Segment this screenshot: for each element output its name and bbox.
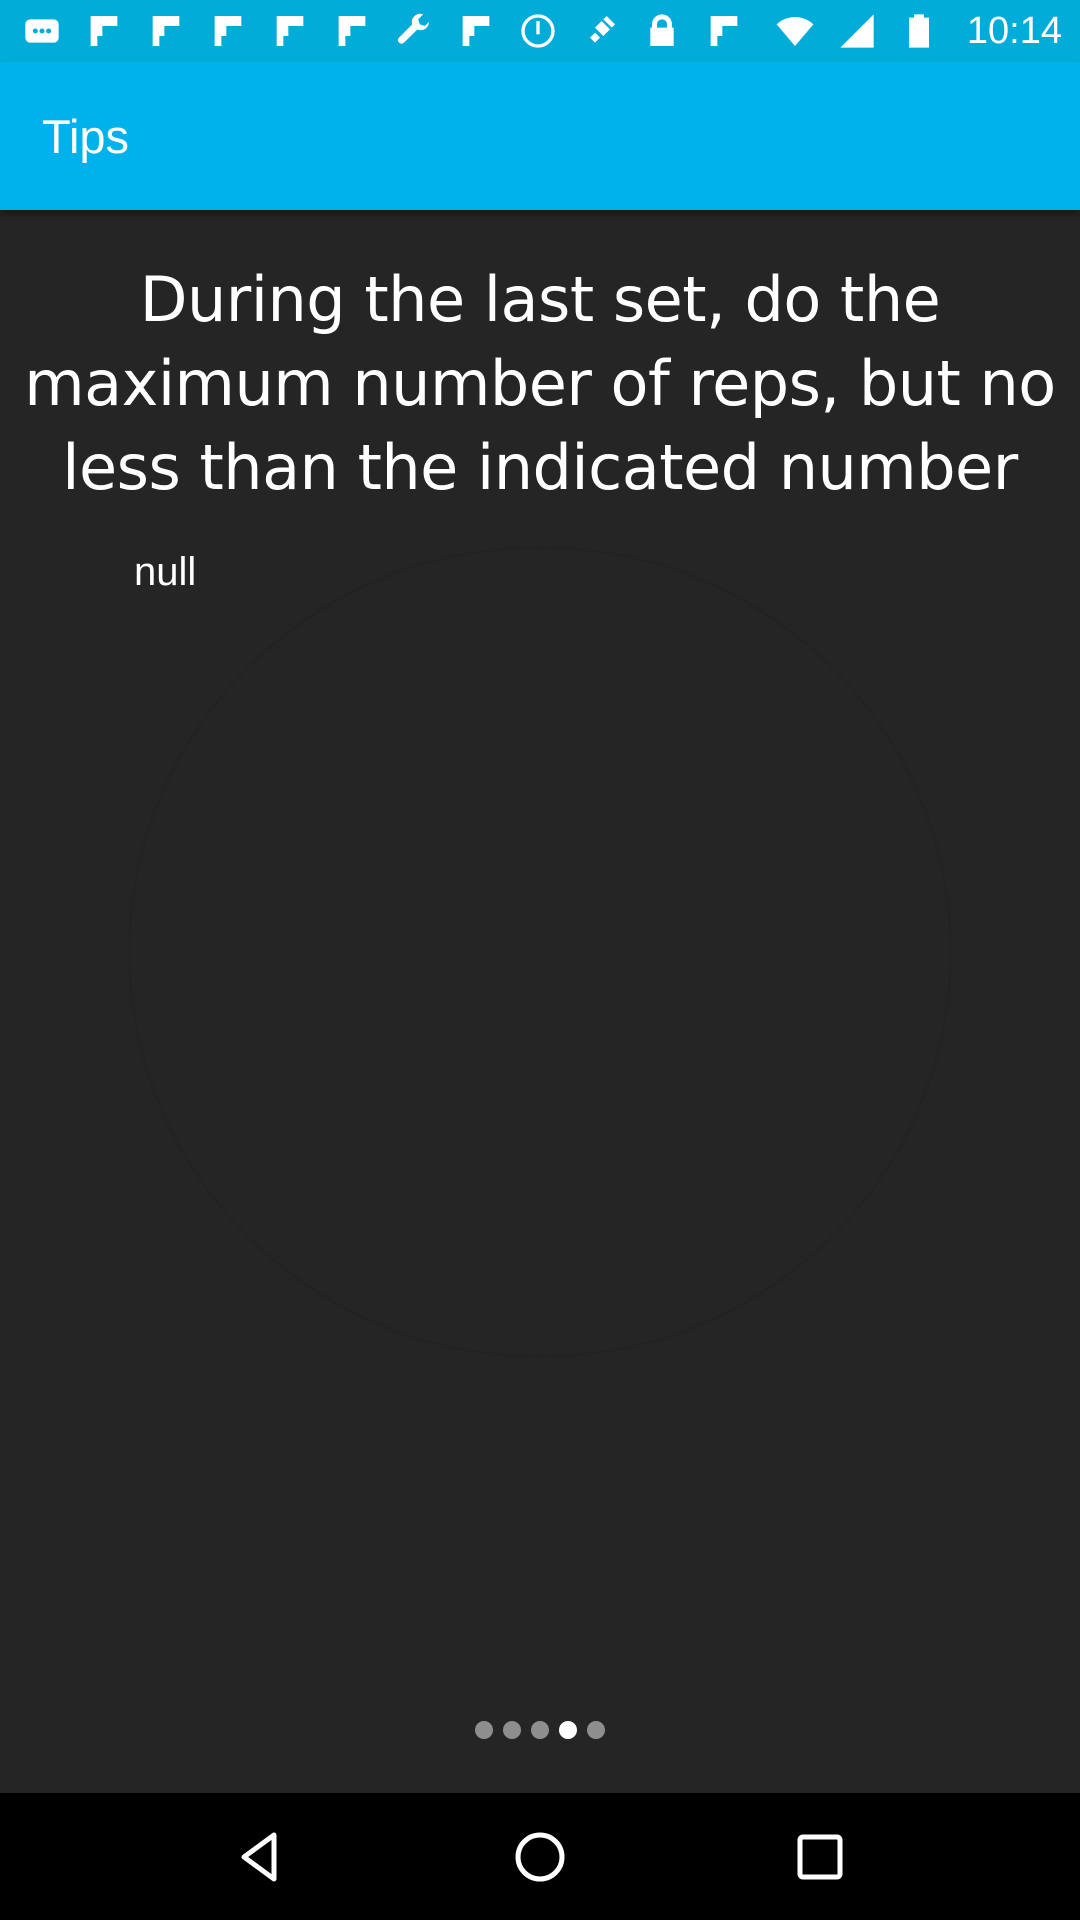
back-icon[interactable] — [220, 1817, 300, 1897]
system-icons: 10:14 — [775, 10, 1062, 53]
status-bar: 10:14 — [0, 0, 1080, 62]
tip-image — [130, 548, 950, 1356]
battery-icon — [899, 11, 939, 51]
page-dot[interactable] — [531, 1721, 549, 1739]
flipboard-icon — [84, 11, 124, 51]
flipboard-icon — [332, 11, 372, 51]
power-save-icon — [518, 11, 558, 51]
flipboard-icon — [456, 11, 496, 51]
page-dot-active[interactable] — [559, 1721, 577, 1739]
navigation-bar — [0, 1793, 1080, 1920]
recents-icon[interactable] — [780, 1817, 860, 1897]
flipboard-icon — [704, 11, 744, 51]
flipboard-icon — [146, 11, 186, 51]
page-dot[interactable] — [475, 1721, 493, 1739]
tip-page[interactable]: During the last set, do the maximum numb… — [0, 210, 1080, 1793]
status-time: 10:14 — [966, 9, 1062, 52]
fake-gps-icon — [580, 11, 620, 51]
app-bar: Tips — [0, 62, 1080, 210]
messages-icon — [22, 11, 62, 51]
lock-icon — [642, 11, 682, 51]
page-title: Tips — [42, 109, 130, 163]
tip-image-label: null — [134, 550, 197, 594]
page-indicator — [0, 1718, 1080, 1742]
page-dot[interactable] — [503, 1721, 521, 1739]
home-icon[interactable] — [500, 1817, 580, 1897]
wrench-icon — [394, 11, 434, 51]
wifi-icon — [775, 11, 815, 51]
flipboard-icon — [208, 11, 248, 51]
notification-icons — [22, 11, 744, 51]
tip-text: During the last set, do the maximum numb… — [24, 263, 1056, 504]
signal-icon — [837, 11, 877, 51]
page-dot[interactable] — [587, 1721, 605, 1739]
flipboard-icon — [270, 11, 310, 51]
